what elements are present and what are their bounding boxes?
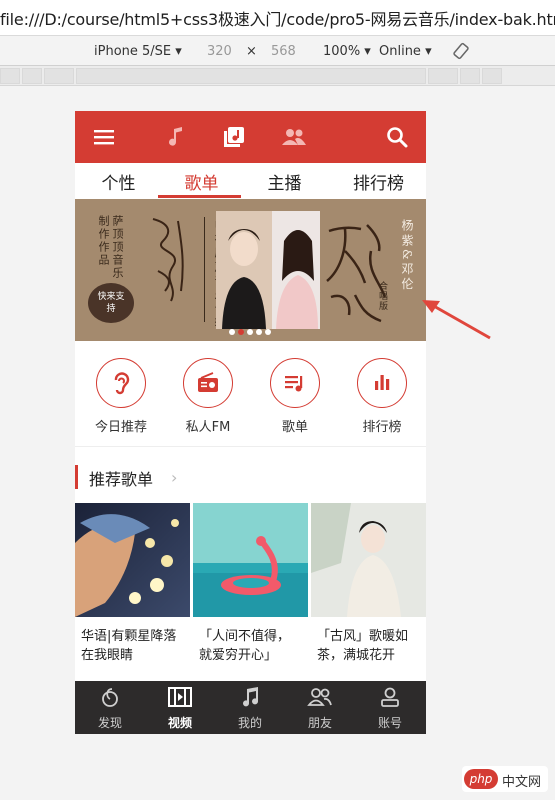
friends-icon	[307, 688, 332, 706]
banner-dot[interactable]	[256, 329, 262, 335]
playlist-cover	[75, 503, 190, 617]
ruler-segment[interactable]	[482, 68, 502, 84]
album-icon[interactable]	[222, 125, 246, 149]
banner-credit-2: 制作作品	[97, 215, 110, 267]
recommended-section-header[interactable]: 推荐歌单 ›	[75, 463, 426, 493]
device-toolbar: iPhone 5/SE ▾ 320 × 568 100% ▾ Online ▾	[0, 36, 555, 66]
music-icon	[243, 687, 259, 707]
ear-icon	[96, 358, 146, 408]
chevron-right-icon: ›	[171, 468, 178, 487]
banner-seal-text: 快来支持	[97, 292, 125, 314]
url-text[interactable]: file:///D:/course/html5+css3极速入门/code/pr…	[0, 6, 555, 30]
playlist-title: 「古风」歌暖如茶，满城花开	[317, 629, 409, 663]
quick-entry-label: 排行榜	[362, 420, 402, 435]
ruler-segment[interactable]	[0, 68, 20, 84]
browser-url-bar[interactable]: file:///D:/course/html5+css3极速入门/code/pr…	[0, 0, 555, 36]
playlist-title: 「人间不值得，就爱穷开心」	[199, 629, 291, 663]
banner-carousel[interactable]: 萨顶顶音乐 制作作品 快来支持 电视原声音乐专辑 合唱版 杨紫&邓伦	[75, 199, 426, 341]
zoom-value: 100%	[323, 44, 361, 59]
quick-entry-fm[interactable]: 私人FM	[164, 358, 252, 435]
ruler-segment[interactable]	[460, 68, 480, 84]
phone-viewport: 个性 歌单 主播 排行榜 萨顶顶音乐 制作作品 快来支持 电视原声音乐专辑 合唱…	[75, 111, 426, 734]
nav-account[interactable]: 账号	[355, 685, 425, 731]
rank-icon	[357, 358, 407, 408]
top-tabs: 个性 歌单 主播 排行榜	[75, 163, 426, 199]
ruler-segment[interactable]	[76, 68, 426, 84]
width-field[interactable]: 320	[207, 44, 232, 59]
video-icon	[168, 687, 192, 707]
rotate-icon[interactable]	[452, 42, 470, 64]
network-select[interactable]: Online ▾	[379, 44, 432, 59]
banner-artists: 杨紫&邓伦	[400, 219, 414, 293]
section-title: 推荐歌单	[89, 470, 154, 489]
ruler-segment[interactable]	[22, 68, 42, 84]
banner-dot[interactable]	[229, 329, 235, 335]
banner-dot-active[interactable]	[238, 329, 244, 335]
playlist-cover	[193, 503, 308, 617]
quick-entry-daily[interactable]: 今日推荐	[77, 358, 165, 435]
nav-video[interactable]: 视频	[145, 685, 215, 731]
music-note-icon[interactable]	[164, 125, 188, 149]
nav-friends[interactable]: 朋友	[285, 685, 355, 731]
banner-calligraphy-logo	[152, 218, 184, 302]
device-name: iPhone 5/SE	[94, 44, 172, 59]
top-bar	[75, 111, 426, 163]
playlist-card[interactable]: 华语|有颗星降落在我眼睛	[75, 503, 190, 667]
banner-credit-1: 萨顶顶音乐	[111, 215, 124, 280]
account-icon	[381, 687, 399, 707]
nav-label: 视频	[167, 716, 192, 730]
playlist-card[interactable]: 「古风」歌暖如茶，满城花开	[311, 503, 426, 667]
nav-label: 朋友	[307, 716, 332, 730]
device-select[interactable]: iPhone 5/SE ▾	[94, 44, 182, 59]
php-cn-watermark: php 中文网	[462, 766, 548, 792]
active-tab-indicator	[158, 195, 241, 198]
nav-my-music[interactable]: 我的	[215, 685, 285, 731]
banner-dot[interactable]	[247, 329, 253, 335]
quick-entry-playlists[interactable]: 歌单	[251, 358, 339, 435]
bottom-nav: 发现 视频 我的 朋友 账号	[75, 681, 426, 734]
ruler-segment[interactable]	[428, 68, 458, 84]
banner-dot[interactable]	[265, 329, 271, 335]
media-query-ruler	[0, 66, 555, 86]
zoom-select[interactable]: 100% ▾	[323, 44, 371, 59]
quick-entries: 今日推荐 私人FM 歌单 排行榜	[75, 341, 426, 447]
quick-entry-label: 今日推荐	[94, 420, 147, 435]
watermark-cn: 中文网	[502, 775, 542, 790]
banner-seal: 快来支持	[88, 283, 134, 323]
nav-label: 我的	[237, 716, 262, 730]
tab-personal[interactable]: 个性	[75, 169, 162, 194]
menu-icon[interactable]	[92, 125, 116, 149]
quick-entry-label: 私人FM	[185, 420, 231, 435]
playlist-card[interactable]: 「人间不值得，就爱穷开心」	[193, 503, 308, 667]
banner-divider	[204, 217, 205, 322]
dimension-separator: ×	[246, 44, 257, 59]
playlist-title: 华语|有颗星降落在我眼睛	[81, 629, 177, 663]
annotation-arrow-icon	[422, 300, 491, 340]
tab-charts[interactable]: 排行榜	[331, 169, 426, 194]
search-icon[interactable]	[385, 125, 409, 149]
nav-label: 发现	[97, 716, 122, 730]
quick-entry-label: 歌单	[281, 420, 308, 435]
banner-photo-female	[272, 211, 320, 329]
playlist-icon	[270, 358, 320, 408]
ruler-segment[interactable]	[44, 68, 74, 84]
banner-photo-male	[216, 211, 272, 329]
height-field[interactable]: 568	[271, 44, 296, 59]
discover-icon	[102, 688, 118, 707]
nav-discover[interactable]: 发现	[75, 685, 145, 731]
tab-anchors[interactable]: 主播	[241, 169, 328, 194]
network-value: Online	[379, 44, 421, 59]
radio-icon	[183, 358, 233, 408]
section-accent-bar	[75, 465, 78, 489]
banner-title-calligraphy	[326, 224, 387, 323]
tab-playlists[interactable]: 歌单	[158, 169, 245, 194]
playlist-cover	[311, 503, 426, 617]
quick-entry-charts[interactable]: 排行榜	[338, 358, 426, 435]
friends-icon[interactable]	[281, 125, 306, 149]
nav-label: 账号	[377, 716, 402, 730]
watermark-php: php	[464, 769, 498, 789]
banner-edition: 合唱版	[377, 281, 387, 311]
